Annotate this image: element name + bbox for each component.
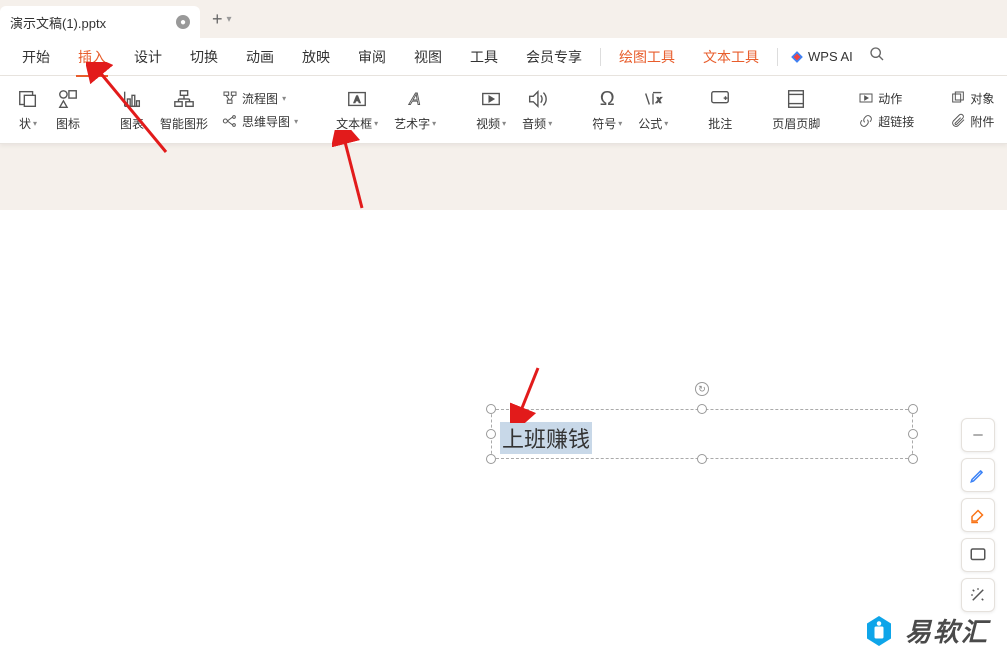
chart-button[interactable]: 图表 <box>112 80 152 140</box>
zoom-out-button[interactable] <box>961 418 995 452</box>
shape-button[interactable]: 状▾ <box>8 80 48 140</box>
chevron-down-icon: ▾ <box>548 119 552 128</box>
rotate-handle[interactable]: ↻ <box>695 382 709 396</box>
menu-drawing-tools[interactable]: 绘图工具 <box>605 41 689 73</box>
comment-button[interactable]: 批注 <box>700 80 740 140</box>
headerfooter-icon <box>784 87 808 111</box>
symbol-icon: Ω <box>595 87 619 111</box>
pen-tool-button[interactable] <box>961 458 995 492</box>
symbol-button[interactable]: Ω 符号▾ <box>584 80 630 140</box>
chevron-down-icon: ▾ <box>294 117 298 126</box>
resize-handle-s[interactable] <box>697 454 707 464</box>
object-icon <box>950 90 966 106</box>
chevron-down-icon: ▾ <box>432 119 436 128</box>
menu-design[interactable]: 设计 <box>120 41 176 73</box>
action-button[interactable]: 动作 <box>852 88 920 109</box>
object-button[interactable]: 对象 <box>944 88 1000 109</box>
watermark: 易软汇 <box>861 612 989 649</box>
close-icon[interactable]: ● <box>176 15 190 29</box>
headerfooter-button[interactable]: 页眉页脚 <box>764 80 828 140</box>
menu-member[interactable]: 会员专享 <box>512 41 596 73</box>
svg-text:x: x <box>656 95 662 105</box>
mindmap-button[interactable]: 思维导图▾ <box>216 111 304 132</box>
smartart-button[interactable]: 智能图形 <box>152 80 216 140</box>
wordart-icon: A <box>403 87 427 111</box>
chevron-down-icon: ▾ <box>618 119 622 128</box>
textbox-button[interactable]: A 文本框▾ <box>328 80 386 140</box>
menu-bar: 开始 插入 设计 切换 动画 放映 审阅 视图 工具 会员专享 绘图工具 文本工… <box>0 38 1007 76</box>
textbox-icon: A <box>345 87 369 111</box>
textbox[interactable]: 上班赚钱 ↻ <box>491 409 913 459</box>
chevron-down-icon: ▾ <box>664 119 668 128</box>
resize-handle-sw[interactable] <box>486 454 496 464</box>
equation-icon: x <box>641 87 665 111</box>
resize-handle-se[interactable] <box>908 454 918 464</box>
menu-text-tools[interactable]: 文本工具 <box>689 41 773 73</box>
hyperlink-button[interactable]: 超链接 <box>852 111 920 132</box>
menu-divider <box>777 48 778 66</box>
wps-ai-label: WPS AI <box>808 49 853 64</box>
audio-button[interactable]: 音频▾ <box>514 80 560 140</box>
menu-review[interactable]: 审阅 <box>344 41 400 73</box>
new-tab-button[interactable]: + ▾ <box>212 9 232 30</box>
ribbon: 状▾ 图标 图表 智能图形 流程图▾ <box>0 76 1007 144</box>
resize-handle-n[interactable] <box>697 404 707 414</box>
file-tab[interactable]: 演示文稿(1).pptx ● <box>0 6 200 38</box>
wps-ai-button[interactable]: WPS AI <box>782 49 861 64</box>
chevron-down-icon: ▾ <box>227 14 232 25</box>
menu-view[interactable]: 视图 <box>400 41 456 73</box>
plus-icon: + <box>212 9 223 30</box>
screen-tool-button[interactable] <box>961 538 995 572</box>
watermark-text: 易软汇 <box>905 612 989 649</box>
resize-handle-nw[interactable] <box>486 404 496 414</box>
svg-text:A: A <box>354 95 361 105</box>
resize-handle-w[interactable] <box>486 429 496 439</box>
chevron-down-icon: ▾ <box>502 119 506 128</box>
textbox-content[interactable]: 上班赚钱 <box>500 422 592 454</box>
shape-icon <box>16 87 40 111</box>
resize-handle-e[interactable] <box>908 429 918 439</box>
tab-bar: 演示文稿(1).pptx ● + ▾ <box>0 0 1007 38</box>
chart-icon <box>120 87 144 111</box>
mindmap-icon <box>222 113 238 129</box>
wps-ai-icon <box>790 50 804 64</box>
wordart-button[interactable]: A 艺术字▾ <box>386 80 444 140</box>
flowchart-icon <box>222 90 238 106</box>
menu-start[interactable]: 开始 <box>8 41 64 73</box>
resize-handle-ne[interactable] <box>908 404 918 414</box>
highlight-tool-button[interactable] <box>961 498 995 532</box>
svg-text:A: A <box>409 91 421 109</box>
attachment-icon <box>950 113 966 129</box>
menu-tools[interactable]: 工具 <box>456 41 512 73</box>
equation-button[interactable]: x 公式▾ <box>630 80 676 140</box>
file-tab-name: 演示文稿(1).pptx <box>10 13 106 32</box>
audio-icon <box>525 87 549 111</box>
hyperlink-icon <box>858 113 874 129</box>
magic-tool-button[interactable] <box>961 578 995 612</box>
video-icon <box>479 87 503 111</box>
chevron-down-icon: ▾ <box>282 94 286 103</box>
menu-animation[interactable]: 动画 <box>232 41 288 73</box>
menu-insert[interactable]: 插入 <box>64 41 120 73</box>
flowchart-button[interactable]: 流程图▾ <box>216 88 304 109</box>
comment-icon <box>708 87 732 111</box>
floating-toolbar <box>961 418 995 612</box>
menu-divider <box>600 48 601 66</box>
smartart-icon <box>172 87 196 111</box>
menu-transition[interactable]: 切换 <box>176 41 232 73</box>
slide-canvas[interactable]: 上班赚钱 ↻ <box>0 210 1007 663</box>
chevron-down-icon: ▾ <box>374 119 378 128</box>
attachment-button[interactable]: 附件 <box>944 111 1000 132</box>
video-button[interactable]: 视频▾ <box>468 80 514 140</box>
chevron-down-icon: ▾ <box>33 119 37 128</box>
watermark-logo-icon <box>861 613 897 649</box>
icon-button[interactable]: 图标 <box>48 80 88 140</box>
action-icon <box>858 90 874 106</box>
icons-icon <box>56 87 80 111</box>
search-icon[interactable] <box>861 46 893 67</box>
menu-slideshow[interactable]: 放映 <box>288 41 344 73</box>
